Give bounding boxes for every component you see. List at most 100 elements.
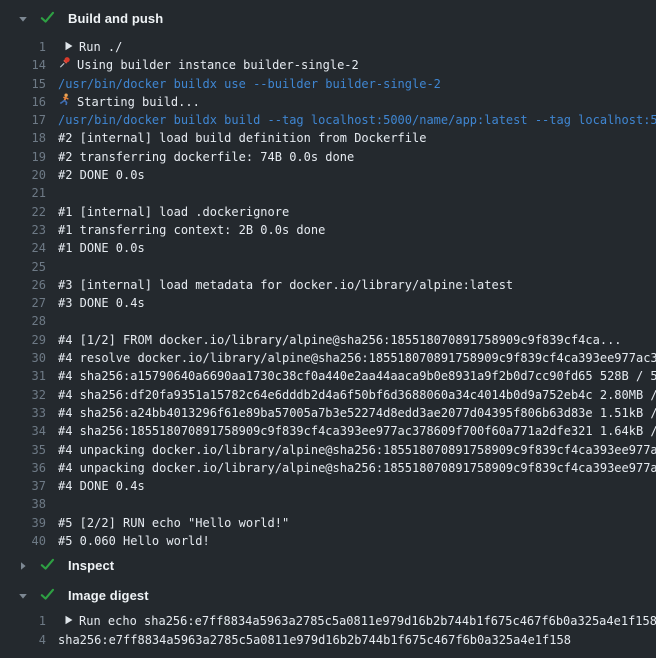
log-line: 26 #3 [internal] load metadata for docker… bbox=[0, 276, 656, 294]
log-line-text: Starting build... bbox=[77, 93, 200, 111]
line-number[interactable]: 24 bbox=[0, 239, 46, 257]
log-line-text: #4 resolve docker.io/library/alpine@sha2… bbox=[58, 349, 656, 367]
section-toggle[interactable] bbox=[18, 590, 28, 600]
status-icon-wrap bbox=[40, 12, 55, 25]
log-line-text-wrap: #2 DONE 0.0s bbox=[58, 166, 656, 184]
log-line-text: #5 0.060 Hello world! bbox=[58, 532, 210, 550]
log-group-toggle[interactable]: Run ./ bbox=[58, 38, 656, 56]
line-number[interactable]: 17 bbox=[0, 111, 46, 129]
log-line-text: #2 [internal] load build definition from… bbox=[58, 129, 426, 147]
line-number[interactable]: 14 bbox=[0, 56, 46, 74]
line-number[interactable]: 38 bbox=[0, 495, 46, 513]
log-block-image-digest: 1 Run echo sha256:e7ff8834a5963a2785c5a08… bbox=[0, 610, 656, 649]
log-line-text-wrap: #1 [internal] load .dockerignore bbox=[58, 203, 656, 221]
play-icon bbox=[65, 38, 73, 56]
log-line-text: #3 DONE 0.4s bbox=[58, 294, 145, 312]
log-line: 33 #4 sha256:a24bb4013296f61e89ba57005a7b… bbox=[0, 404, 656, 422]
log-line: 37 #4 DONE 0.4s bbox=[0, 477, 656, 495]
log-line-text: #4 sha256:df20fa9351a15782c64e6dddb2d4a6… bbox=[58, 386, 656, 404]
line-number[interactable]: 22 bbox=[0, 203, 46, 221]
line-number[interactable]: 19 bbox=[0, 148, 46, 166]
log-line-text-wrap bbox=[58, 258, 656, 276]
chevron-down-icon[interactable] bbox=[18, 9, 28, 28]
line-number[interactable]: 20 bbox=[0, 166, 46, 184]
log-line-text: #2 DONE 0.0s bbox=[58, 166, 145, 184]
line-number[interactable]: 40 bbox=[0, 532, 46, 550]
log-line-text-wrap: #3 [internal] load metadata for docker.i… bbox=[58, 276, 656, 294]
log-line: 39 #5 [2/2] RUN echo "Hello world!" bbox=[0, 514, 656, 532]
line-number[interactable]: 18 bbox=[0, 129, 46, 147]
line-number[interactable]: 15 bbox=[0, 75, 46, 93]
line-number[interactable]: 37 bbox=[0, 477, 46, 495]
line-number[interactable]: 39 bbox=[0, 514, 46, 532]
line-number[interactable]: 28 bbox=[0, 312, 46, 330]
log-line-text-wrap: #4 DONE 0.4s bbox=[58, 477, 656, 495]
log-line-text-wrap: #5 [2/2] RUN echo "Hello world!" bbox=[58, 514, 656, 532]
line-number[interactable]: 25 bbox=[0, 258, 46, 276]
line-number[interactable]: 21 bbox=[0, 184, 46, 202]
pushpin-icon bbox=[58, 56, 71, 74]
log-sections: Build and push1Run ./14Using builder ins… bbox=[0, 0, 656, 649]
line-number[interactable]: 35 bbox=[0, 441, 46, 459]
log-line-text: #4 unpacking docker.io/library/alpine@sh… bbox=[58, 441, 656, 459]
log-line-text-wrap: #2 transferring dockerfile: 74B 0.0s don… bbox=[58, 148, 656, 166]
section-title-image-digest: Image digest bbox=[68, 588, 149, 603]
log-line: 15/usr/bin/docker buildx use --builder b… bbox=[0, 75, 656, 93]
log-line-text: Using builder instance builder-single-2 bbox=[77, 56, 359, 74]
chevron-right-icon[interactable] bbox=[18, 556, 28, 575]
log-line: 32 #4 sha256:df20fa9351a15782c64e6dddb2d4… bbox=[0, 386, 656, 404]
line-number[interactable]: 30 bbox=[0, 349, 46, 367]
log-line: 23#1 transferring context: 2B 0.0s done bbox=[0, 221, 656, 239]
check-icon bbox=[40, 9, 55, 28]
line-number[interactable]: 33 bbox=[0, 404, 46, 422]
line-number[interactable]: 36 bbox=[0, 459, 46, 477]
line-number[interactable]: 31 bbox=[0, 367, 46, 385]
log-line: 20 #2 DONE 0.0s bbox=[0, 166, 656, 184]
check-icon bbox=[40, 586, 55, 605]
check-icon bbox=[40, 556, 55, 575]
runner-icon-wrap bbox=[58, 93, 71, 111]
line-number[interactable]: 23 bbox=[0, 221, 46, 239]
log-line-text: #4 sha256:a15790640a6690aa1730c38cf0a440… bbox=[58, 367, 656, 385]
log-line: 31 #4 sha256:a15790640a6690aa1730c38cf0a4… bbox=[0, 367, 656, 385]
log-line-text: #1 [internal] load .dockerignore bbox=[58, 203, 289, 221]
log-line: 22 #1 [internal] load .dockerignore bbox=[0, 203, 656, 221]
line-number[interactable]: 4 bbox=[0, 631, 46, 649]
log-group-toggle[interactable]: Run echo sha256:e7ff8834a5963a2785c5a081… bbox=[58, 612, 656, 630]
line-number[interactable]: 32 bbox=[0, 386, 46, 404]
section-header-build-and-push[interactable]: Build and push bbox=[0, 0, 656, 36]
log-line-text-wrap: #4 [1/2] FROM docker.io/library/alpine@s… bbox=[58, 331, 656, 349]
log-line-text-wrap: #2 [internal] load build definition from… bbox=[58, 129, 656, 147]
line-number[interactable]: 34 bbox=[0, 422, 46, 440]
section-toggle[interactable] bbox=[18, 560, 28, 570]
section-header-inspect[interactable]: Inspect bbox=[0, 550, 656, 580]
pushpin-icon-wrap bbox=[58, 56, 71, 74]
log-line: 21 bbox=[0, 184, 656, 202]
log-line: 40 #5 0.060 Hello world! bbox=[0, 532, 656, 550]
log-line: 24#1 DONE 0.0s bbox=[0, 239, 656, 257]
log-line-text: sha256:e7ff8834a5963a2785c5a0811e979d16b… bbox=[58, 631, 571, 649]
line-number[interactable]: 16 bbox=[0, 93, 46, 111]
log-line: 18 #2 [internal] load build definition fr… bbox=[0, 129, 656, 147]
section-header-image-digest[interactable]: Image digest bbox=[0, 580, 656, 610]
line-number[interactable]: 27 bbox=[0, 294, 46, 312]
line-number[interactable]: 1 bbox=[0, 612, 46, 630]
chevron-down-icon[interactable] bbox=[18, 586, 28, 605]
play-icon bbox=[65, 612, 73, 630]
log-line: 4 sha256:e7ff8834a5963a2785c5a0811e979d16… bbox=[0, 631, 656, 649]
log-line: 29 #4 [1/2] FROM docker.io/library/alpine… bbox=[0, 331, 656, 349]
log-line-text-wrap: #3 DONE 0.4s bbox=[58, 294, 656, 312]
section-toggle[interactable] bbox=[18, 13, 28, 23]
log-line-text-wrap: #4 sha256:a24bb4013296f61e89ba57005a7b3e… bbox=[58, 404, 656, 422]
log-line-text: #2 transferring dockerfile: 74B 0.0s don… bbox=[58, 148, 354, 166]
log-line: 34#4 sha256:185518070891758909c9f839cf4c… bbox=[0, 422, 656, 440]
log-line: 14 Using builder instance builder-single-… bbox=[0, 56, 656, 74]
line-number[interactable]: 1 bbox=[0, 38, 46, 56]
line-number[interactable]: 26 bbox=[0, 276, 46, 294]
log-line: 35 #4 unpacking docker.io/library/alpine@… bbox=[0, 441, 656, 459]
play-icon-wrap bbox=[65, 38, 73, 56]
log-line-text: Run ./ bbox=[79, 38, 122, 56]
log-line-text-wrap: sha256:e7ff8834a5963a2785c5a0811e979d16b… bbox=[58, 631, 656, 649]
log-line-text: #4 [1/2] FROM docker.io/library/alpine@s… bbox=[58, 331, 622, 349]
line-number[interactable]: 29 bbox=[0, 331, 46, 349]
